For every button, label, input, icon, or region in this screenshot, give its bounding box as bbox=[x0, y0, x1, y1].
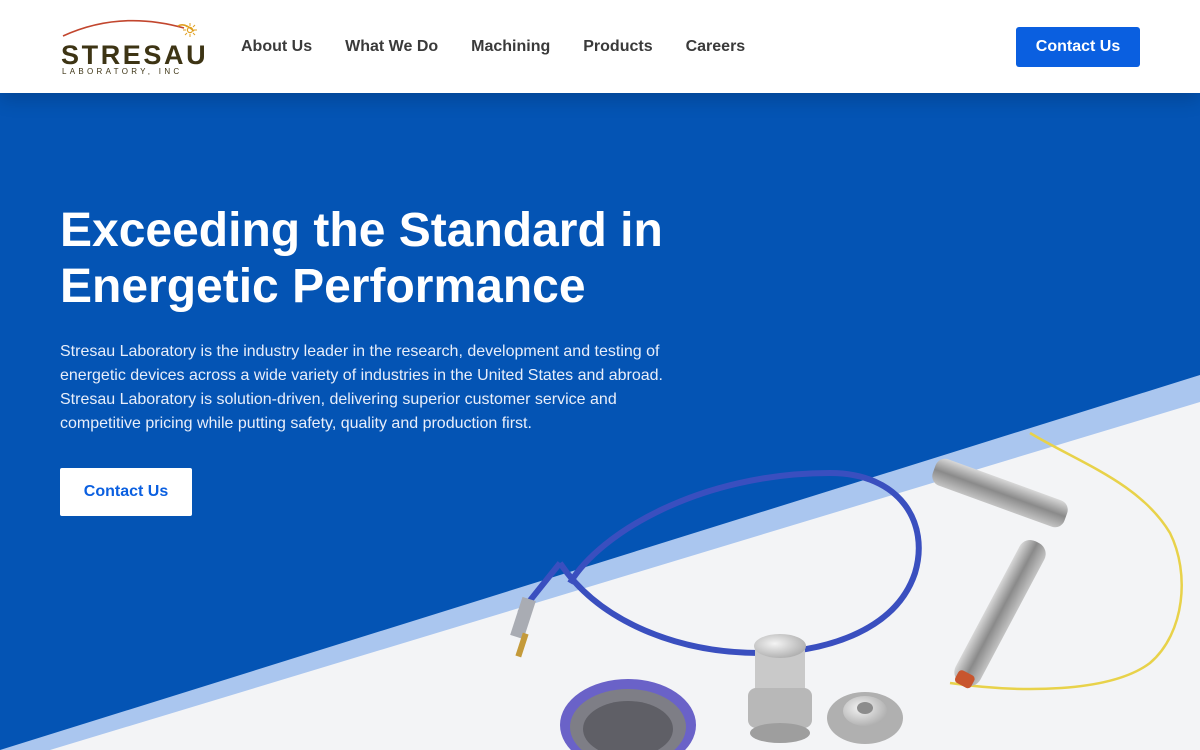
main-nav: About Us What We Do Machining Products C… bbox=[241, 38, 778, 56]
hero-description: Stresau Laboratory is the industry leade… bbox=[60, 343, 663, 432]
nav-item-products[interactable]: Products bbox=[583, 38, 652, 56]
hero-section: Exceeding the Standard in Energetic Perf… bbox=[0, 93, 1200, 750]
logo-tagline: LABORATORY, INC bbox=[62, 67, 183, 76]
nav-item-machining[interactable]: Machining bbox=[471, 38, 550, 56]
hero-title: Exceeding the Standard in Energetic Perf… bbox=[60, 204, 663, 313]
hero-contact-button[interactable]: Contact Us bbox=[60, 468, 192, 516]
nav-item-careers[interactable]: Careers bbox=[686, 38, 746, 56]
stresau-logo[interactable]: STRESAU LABORATORY, INC bbox=[60, 14, 206, 78]
nav-item-about-us[interactable]: About Us bbox=[241, 38, 312, 56]
nav-item-what-we-do[interactable]: What We Do bbox=[345, 38, 438, 56]
header-contact-button[interactable]: Contact Us bbox=[1016, 27, 1140, 67]
site-header: STRESAU LABORATORY, INC About Us What We… bbox=[0, 0, 1200, 93]
